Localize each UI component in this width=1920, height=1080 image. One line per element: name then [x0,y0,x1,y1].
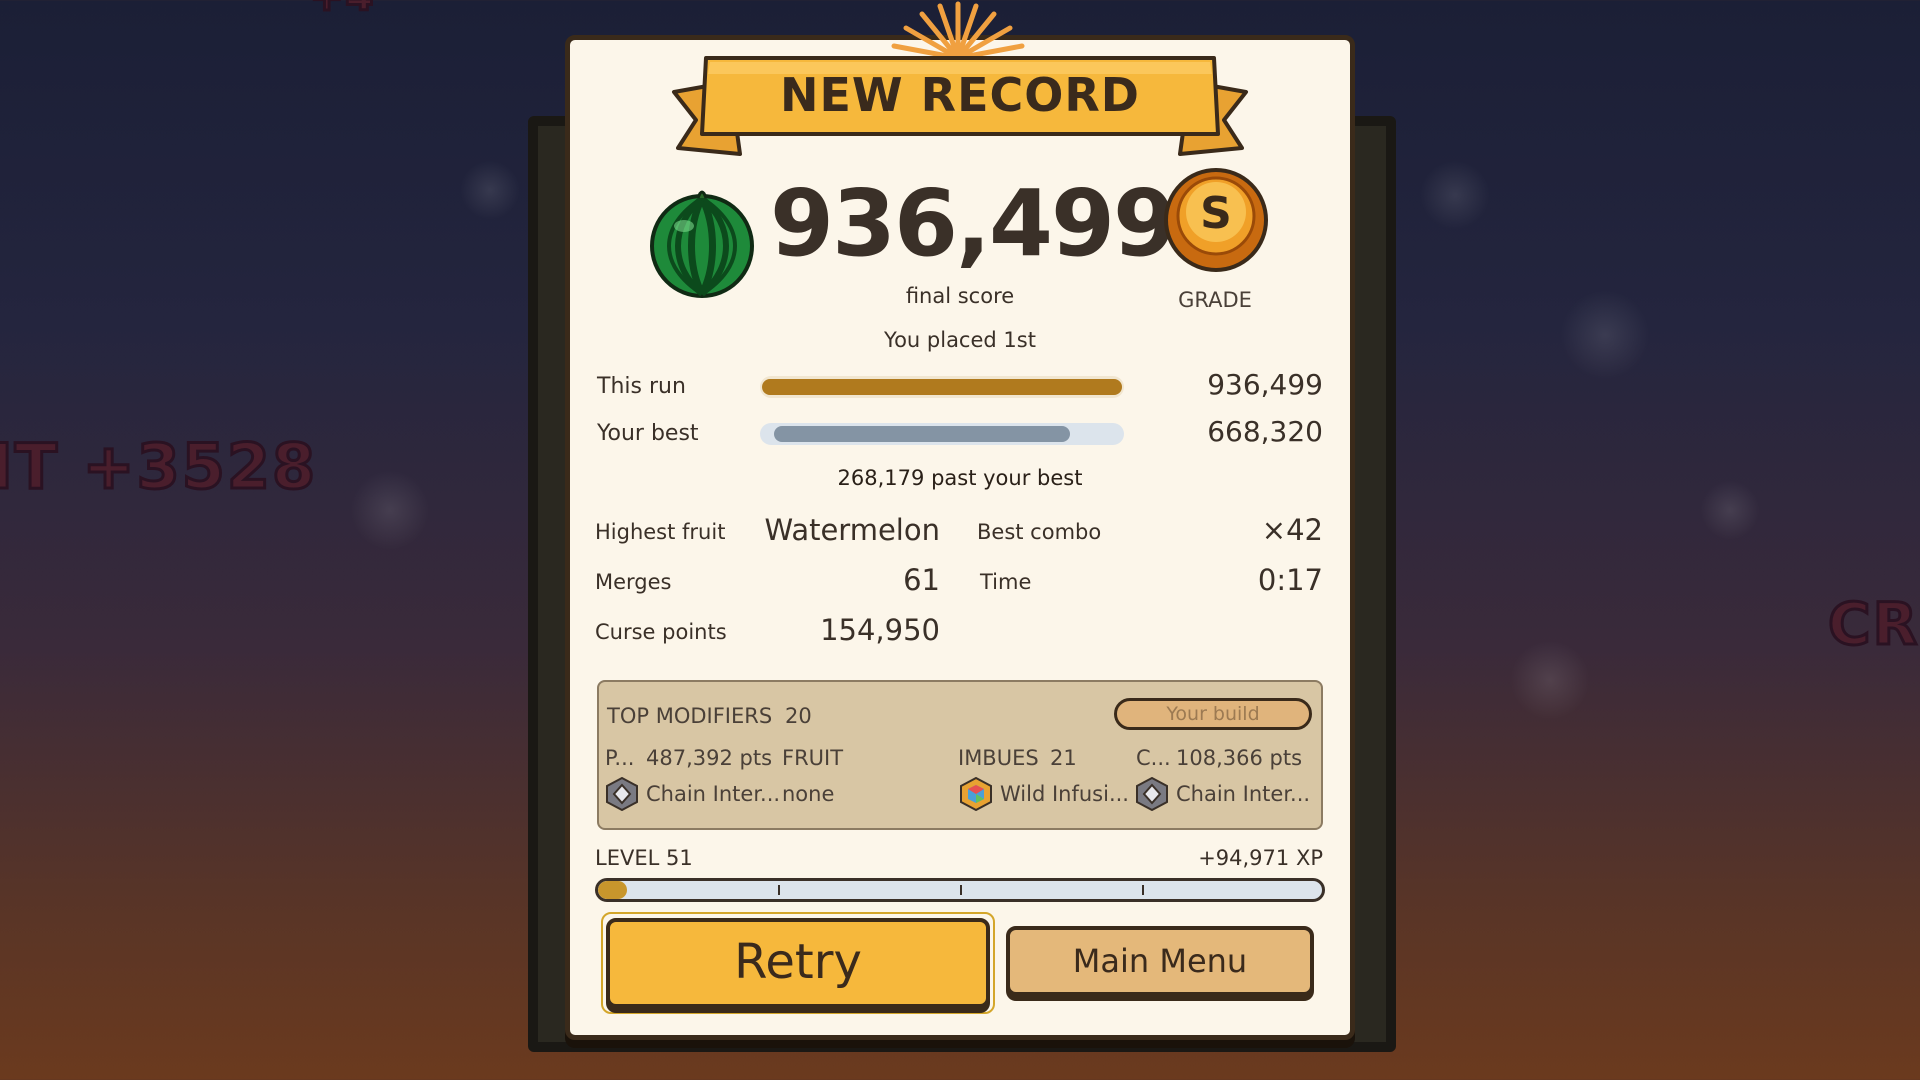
this-run-label: This run [597,374,686,399]
your-build-button[interactable]: Your build [1114,698,1312,730]
grade-s-coin-icon: S [1164,168,1268,272]
grade-letter: S [1200,188,1232,239]
your-best-bar-fill [774,426,1070,442]
level-tick [1142,885,1144,895]
modifier-col2-header: FRUIT [782,746,844,770]
bokeh-light [460,160,520,220]
bokeh-light [1420,160,1490,230]
top-modifiers-title: TOP MODIFIERS [607,704,773,728]
wild-infusion-icon [960,777,992,811]
grade-label: GRADE [1178,288,1252,312]
chain-diamond-icon [606,777,638,811]
watermelon-icon [650,190,754,298]
highest-fruit-value: Watermelon [764,513,941,547]
your-best-bar [760,423,1124,445]
modifier-col4-points: 108,366 pts [1176,746,1303,770]
level-progress-fill [598,881,627,899]
merges-label: Merges [595,570,672,594]
best-combo-value: ×42 [1261,513,1323,547]
level-progress-bar [595,878,1325,902]
modifier-col4-header: C... [1136,746,1171,770]
curse-points-value: 154,950 [820,613,940,647]
modifier-col1-item: Chain Inter... [646,782,781,806]
level-label: LEVEL 51 [595,846,693,870]
merges-value: 61 [903,563,940,597]
main-menu-button[interactable]: Main Menu [1006,926,1314,996]
best-combo-label: Best combo [977,520,1102,544]
this-run-bar [760,376,1124,398]
floating-crit-text: RIT +3528 [0,429,318,505]
retry-button[interactable]: Retry [606,918,990,1008]
this-run-value: 936,499 [1207,368,1323,401]
level-tick [778,885,780,895]
modifier-col3-header: IMBUES [958,746,1039,770]
bokeh-light [1510,640,1590,720]
modifier-col3-item: Wild Infusi... [1000,782,1129,806]
modifier-col4-item: Chain Inter... [1176,782,1311,806]
floating-crit-text: CRI [1827,589,1920,660]
modifier-col2-item: none [782,782,835,806]
chain-diamond-icon [1136,777,1168,811]
final-score-label: final score [905,284,1015,308]
new-record-title: NEW RECORD [780,68,1140,122]
time-label: Time [980,570,1032,594]
bokeh-light [1560,290,1650,380]
this-run-bar-fill [762,379,1122,395]
xp-gained: +94,971 XP [1198,846,1323,870]
time-value: 0:17 [1257,563,1323,597]
modifier-col1-points: 487,392 pts [646,746,773,770]
final-score-value: 936,499 [770,170,1177,277]
modifier-col1-header: P... [605,746,635,770]
floating-score-text: +4 [308,0,375,22]
top-modifiers-count: 20 [785,704,812,728]
placement-text: You placed 1st [884,328,1036,352]
highest-fruit-label: Highest fruit [595,520,726,544]
curse-points-label: Curse points [595,620,727,644]
modifier-col3-count: 21 [1050,746,1077,770]
your-best-value: 668,320 [1207,415,1323,448]
bokeh-light [350,470,430,550]
bokeh-light [1700,480,1760,540]
sunburst-rays [891,1,1025,60]
level-tick [960,885,962,895]
past-best-text: 268,179 past your best [837,466,1083,490]
your-best-label: Your best [597,421,699,446]
